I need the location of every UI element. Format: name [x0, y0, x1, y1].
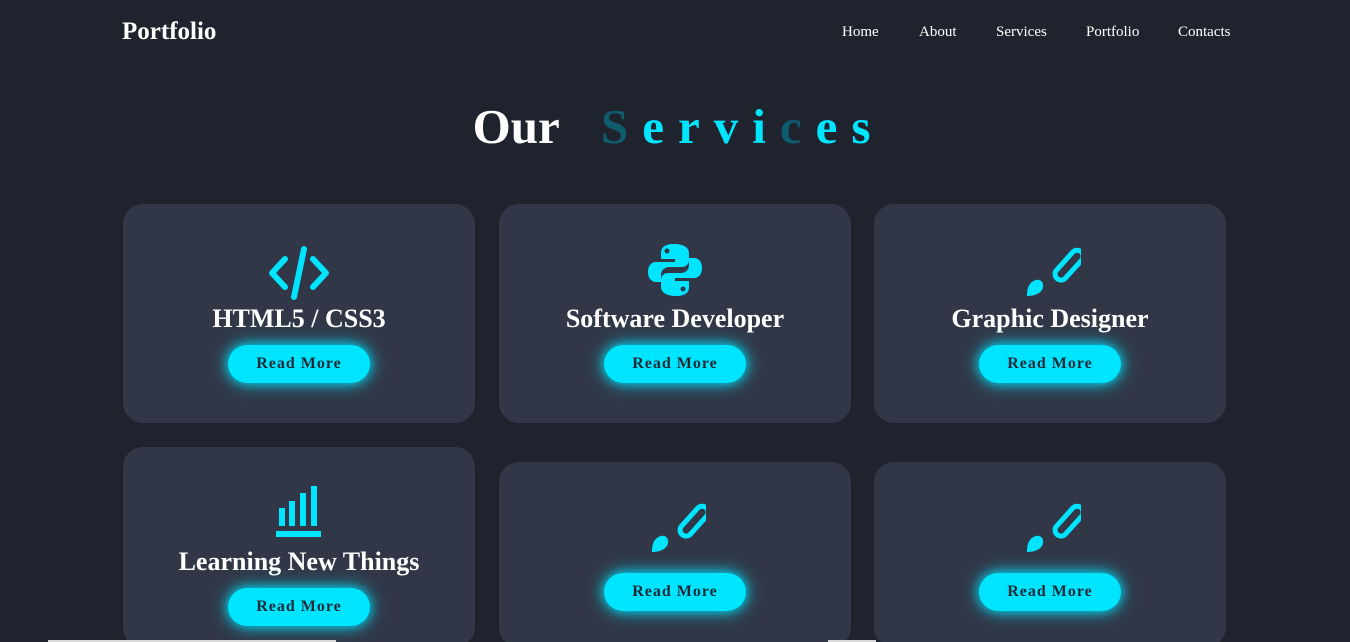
- heading-letter: e: [642, 99, 664, 154]
- python-icon: [499, 242, 851, 298]
- read-more-button[interactable]: Read More: [228, 345, 370, 383]
- heading-letter: r: [677, 99, 700, 154]
- paintbrush-icon: [499, 494, 851, 556]
- bar-chart-icon: [123, 485, 475, 539]
- nav-link-about[interactable]: About: [919, 24, 957, 41]
- service-title: Graphic Designer: [951, 304, 1149, 333]
- paintbrush-icon: [874, 494, 1226, 556]
- service-card: Graphic Designer Read More: [874, 204, 1226, 423]
- service-title: Software Developer: [565, 304, 785, 333]
- heading-letter: e: [815, 99, 838, 154]
- read-more-button[interactable]: Read More: [979, 345, 1121, 383]
- navbar: Portfolio Home About Services Portfolio …: [0, 0, 1350, 68]
- read-more-button[interactable]: Read More: [604, 345, 746, 383]
- service-card: Learning New Things Read More: [123, 447, 475, 642]
- nav-link-portfolio[interactable]: Portfolio: [1086, 24, 1139, 41]
- service-card: Software Developer Read More: [499, 204, 851, 423]
- read-more-button[interactable]: Read More: [604, 573, 746, 611]
- heading-main-text: Our: [472, 99, 560, 154]
- heading-letter: c: [779, 99, 802, 154]
- code-icon: [123, 244, 475, 302]
- brand-logo[interactable]: Portfolio: [122, 18, 216, 46]
- service-title: HTML5 / CSS3: [212, 304, 386, 333]
- service-card: Read More: [499, 462, 851, 642]
- service-card: HTML5 / CSS3 Read More: [123, 204, 475, 423]
- nav-link-services[interactable]: Services: [996, 24, 1047, 41]
- heading-letter: v: [713, 99, 739, 154]
- service-card: Read More: [874, 462, 1226, 642]
- read-more-button[interactable]: Read More: [228, 588, 370, 626]
- section-heading: Our Services: [0, 98, 1350, 155]
- heading-letter: s: [851, 99, 871, 154]
- heading-accent-text: Services: [582, 99, 878, 154]
- nav-link-home[interactable]: Home: [842, 24, 879, 41]
- heading-letter: i: [752, 99, 766, 154]
- read-more-button[interactable]: Read More: [979, 573, 1121, 611]
- heading-letter: S: [600, 99, 629, 154]
- service-title: Learning New Things: [178, 547, 420, 576]
- nav-link-contacts[interactable]: Contacts: [1178, 24, 1231, 41]
- paintbrush-icon: [874, 238, 1226, 300]
